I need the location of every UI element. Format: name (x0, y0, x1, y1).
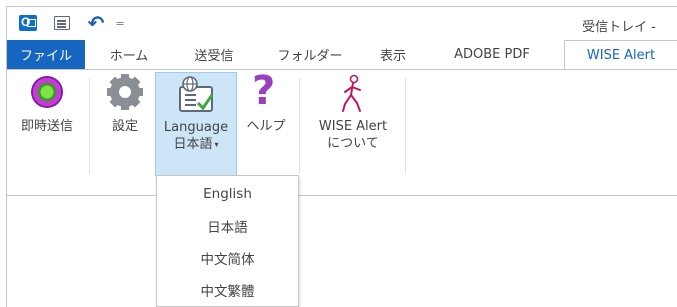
tab-file[interactable]: ファイル (7, 40, 85, 69)
language-current-value: 日本語 ▾ (164, 136, 228, 153)
language-menu: English 日本語 中文简体 中文繁體 (156, 175, 299, 307)
ribbon-separator (89, 78, 90, 174)
send-now-button[interactable]: 即時送信 (11, 74, 83, 135)
settings-button[interactable]: 設定 (97, 74, 153, 135)
outlook-icon[interactable] (17, 13, 39, 33)
ribbon-tabs: ファイル ホーム 送受信 フォルダー 表示 ADOBE PDF WISE Ale… (7, 40, 677, 70)
title-bar: ↶ = 受信トレイ - (7, 7, 677, 40)
ribbon-separator (299, 78, 300, 174)
settings-label: 設定 (111, 119, 138, 134)
tab-wise-alert[interactable]: WISE Alert (564, 40, 677, 70)
language-option-traditional-chinese[interactable]: 中文繁體 (157, 274, 298, 306)
undo-icon[interactable]: ↶ (85, 11, 107, 35)
language-option-japanese[interactable]: 日本語 (157, 210, 298, 242)
language-option-simplified-chinese[interactable]: 中文简体 (157, 242, 298, 274)
send-receive-all-icon[interactable] (51, 13, 73, 33)
about-label-line1: WISE Alert (318, 119, 388, 134)
language-dropdown-button[interactable]: Language 日本語 ▾ (155, 72, 237, 176)
chevron-down-icon: ▾ (214, 140, 219, 149)
tab-home[interactable]: ホーム (93, 40, 165, 69)
language-label-line1: Language (163, 120, 229, 135)
language-current-text: 日本語 (173, 137, 213, 152)
ribbon-panel: 即時送信 設定 Language 日本語 ▾ ? ヘルプ WISE Alert … (7, 68, 677, 196)
ribbon-separator (405, 78, 406, 174)
help-label: ヘルプ (246, 119, 286, 134)
help-button[interactable]: ? ヘルプ (239, 68, 293, 135)
tab-adobe-pdf[interactable]: ADOBE PDF (431, 40, 553, 69)
window-title: 受信トレイ - (582, 20, 656, 35)
tab-view[interactable]: 表示 (363, 40, 423, 69)
language-option-english[interactable]: English (157, 178, 298, 210)
gear-icon (105, 74, 145, 114)
send-now-label: 即時送信 (20, 119, 73, 134)
language-icon (176, 75, 216, 115)
customize-qat-icon[interactable]: = (113, 13, 127, 33)
send-now-icon (27, 74, 67, 114)
help-icon: ? (252, 68, 276, 114)
tab-folder[interactable]: フォルダー (263, 40, 357, 69)
walking-person-icon (333, 74, 373, 114)
language-label: Language 日本語 ▾ (164, 119, 228, 153)
about-wise-alert-button[interactable]: WISE Alert について (305, 74, 401, 152)
about-label-line2: について (327, 136, 379, 151)
about-label: WISE Alert について (319, 118, 387, 152)
outlook-window: ↶ = 受信トレイ - ファイル ホーム 送受信 フォルダー 表示 ADOBE … (6, 6, 677, 307)
tab-send-receive[interactable]: 送受信 (175, 40, 253, 69)
